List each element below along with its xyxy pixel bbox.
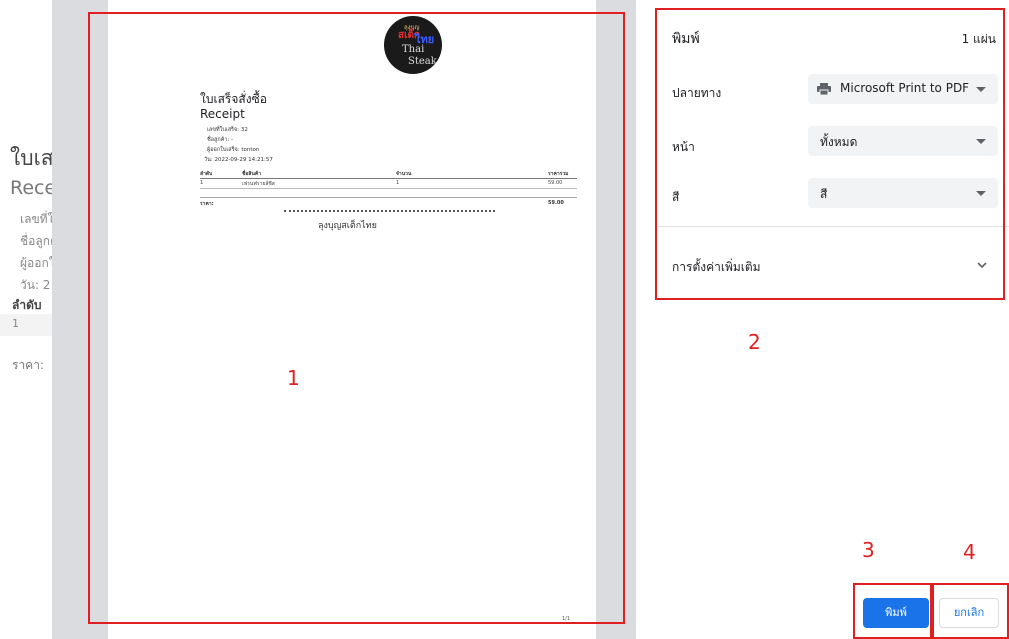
bg-row-index: 1 <box>12 317 19 330</box>
bg-table-header: ลำดับ <box>12 298 42 312</box>
annotation-box-2 <box>655 8 1005 300</box>
bg-table-row: 1 <box>0 314 52 336</box>
annotation-box-1 <box>88 12 625 624</box>
bg-field: ผู้ออกใ <box>20 256 52 270</box>
annotation-label-4: 4 <box>963 540 976 564</box>
bg-price-label: ราคา: <box>12 358 44 372</box>
bg-field: เลขที่ใ <box>20 212 52 226</box>
bg-page-subtitle: Rece <box>10 177 52 199</box>
bg-field: ชื่อลูกค <box>20 234 52 248</box>
annotation-box-4 <box>932 583 1009 639</box>
background-page: ใบเส Rece เลขที่ใ ชื่อลูกค ผู้ออกใ วัน: … <box>0 0 52 639</box>
bg-field: วัน: 2 <box>20 278 51 292</box>
annotation-label-3: 3 <box>862 538 875 562</box>
bg-page-title: ใบเส <box>10 146 52 170</box>
annotation-label-2: 2 <box>748 330 761 354</box>
annotation-box-3 <box>853 583 932 639</box>
annotation-label-1: 1 <box>287 366 300 390</box>
